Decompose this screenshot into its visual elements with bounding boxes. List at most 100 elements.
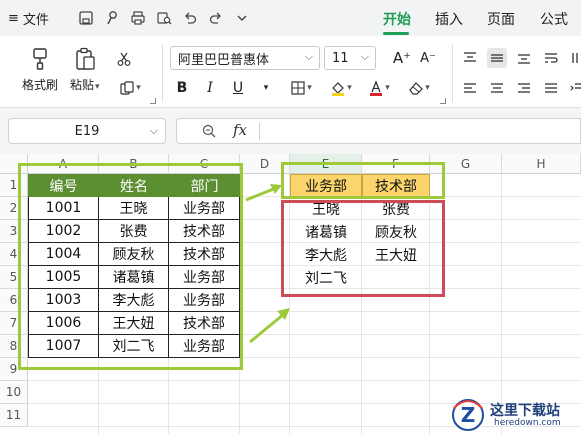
function-icon[interactable]: fx [233,121,247,139]
justify-icon [545,83,557,93]
font-color-icon [370,80,383,96]
align-top-button[interactable] [460,48,480,68]
result-highlight-frame [281,200,445,297]
hamburger-icon: ≡ [8,11,19,26]
watermark-title: 这里下载站 [490,403,560,419]
format-painter-button[interactable]: 格式刷 [22,46,58,93]
print-preview-icon[interactable] [154,8,174,28]
italic-button[interactable]: I [200,78,220,98]
font-launcher-icon[interactable] [440,98,446,104]
justify-button[interactable] [541,78,561,98]
fill-color-arrow-icon: ▾ [347,83,352,93]
paste-label: 粘贴▾ [70,76,100,93]
format-painter-label: 格式刷 [22,78,59,92]
clear-format-button[interactable]: ▾ [404,78,434,98]
borders-button[interactable]: ▾ [286,78,316,98]
watermark: Z 这里下载站 heredown.com [448,396,581,434]
align-left-icon [464,83,476,93]
column-header[interactable]: H [502,154,581,174]
format-painter-icon [33,48,47,70]
row-header[interactable]: 10 [0,381,28,404]
wrap-text-button[interactable] [541,48,561,68]
print-icon[interactable] [128,8,148,28]
watermark-url: heredown.com [494,418,561,428]
save-icon[interactable] [76,8,96,28]
paste-label-text: 粘贴 [70,78,95,92]
align-center-button[interactable] [487,78,507,98]
align-center-icon [491,83,503,93]
name-box-value: E19 [74,123,100,139]
copy-button[interactable]: ▾ [113,78,147,98]
file-menu[interactable]: ≡ 文件 [8,9,49,28]
tab-home[interactable]: 开始 [383,9,411,29]
formula-input[interactable]: fx [176,118,581,144]
align-middle-icon [491,54,503,62]
decrease-font-button[interactable]: A⁻ [418,48,438,68]
format-painter-quick-icon[interactable] [102,8,122,28]
increase-font-button[interactable]: A⁺ [392,48,412,68]
font-name-select[interactable]: 阿里巴巴普惠体 ⌵ [170,46,320,70]
paste-arrow[interactable]: ▾ [95,82,100,92]
increase-font-icon: A⁺ [392,49,412,67]
tab-home-underline [383,32,409,35]
indent-icon [570,83,581,91]
align-right-icon [518,83,530,93]
chevron-down-icon: ⌵ [149,124,158,137]
header-highlight-frame [281,162,445,199]
indent-button[interactable] [567,78,581,98]
site-logo-icon: Z [452,399,484,431]
chevron-down-icon: ⌵ [360,50,369,63]
copy-icon [120,81,134,95]
align-top-icon [464,52,476,62]
formula-divider [259,123,260,140]
paste-icon [76,47,95,70]
font-size-value: 11 [332,50,349,66]
cut-icon[interactable] [113,48,135,70]
borders-arrow-icon: ▾ [307,83,312,93]
decrease-font-icon: A⁻ [420,50,436,66]
tab-page[interactable]: 页面 [487,9,515,29]
align-right-button[interactable] [514,78,534,98]
font-name-value: 阿里巴巴普惠体 [178,52,270,68]
underline-arrow-icon[interactable]: ▾ [256,78,276,98]
clear-format-arrow-icon: ▾ [425,83,430,93]
arrow-to-headers-icon [245,184,282,202]
ribbon: 格式刷 粘贴▾ ▾ 阿里巴巴普惠体 ⌵ 11 ⌵ A⁺ A⁻ B I U ▾ ▾… [0,36,581,108]
redo-icon[interactable] [206,8,226,28]
fill-color-button[interactable]: ▾ [326,78,356,98]
align-bottom-button[interactable] [514,48,534,68]
tab-formula[interactable]: 公式 [540,9,568,29]
name-box[interactable]: E19 ⌵ [8,118,166,144]
menu-bar: ≡ 文件 开始 插入 页面 公式 [0,0,581,36]
eraser-icon [409,82,424,95]
font-color-arrow-icon: ▾ [385,83,390,93]
clipboard-launcher-icon[interactable] [150,98,156,104]
zoom-icon[interactable] [201,123,217,139]
text-direction-icon [572,53,578,63]
align-left-button[interactable] [460,78,480,98]
svg-text:Z: Z [461,403,476,427]
text-direction-button[interactable] [567,48,581,68]
formula-bar: E19 ⌵ fx [0,108,581,154]
font-color-button[interactable]: ▾ [364,78,394,98]
font-size-select[interactable]: 11 ⌵ [324,46,376,70]
copy-arrow-icon: ▾ [136,83,141,93]
gridline [28,380,581,381]
spreadsheet-grid[interactable]: A B C D E F G H 1 2 3 4 5 6 7 8 9 10 11 … [0,154,581,434]
paste-button[interactable]: 粘贴▾ [70,46,100,93]
tab-insert[interactable]: 插入 [435,9,463,29]
file-menu-label: 文件 [22,13,49,28]
borders-icon [291,81,305,95]
align-middle-button[interactable] [487,48,507,68]
undo-icon[interactable] [180,8,200,28]
ribbon-divider [162,44,163,102]
source-highlight-frame [18,163,243,370]
underline-button[interactable]: U [228,78,248,98]
more-chevron-icon[interactable] [232,8,252,28]
align-bottom-icon [518,54,530,64]
fill-bucket-icon [332,82,345,96]
gridline [501,174,502,434]
bold-button[interactable]: B [172,78,192,98]
row-header[interactable]: 11 [0,404,28,427]
wrap-text-icon [545,53,558,63]
